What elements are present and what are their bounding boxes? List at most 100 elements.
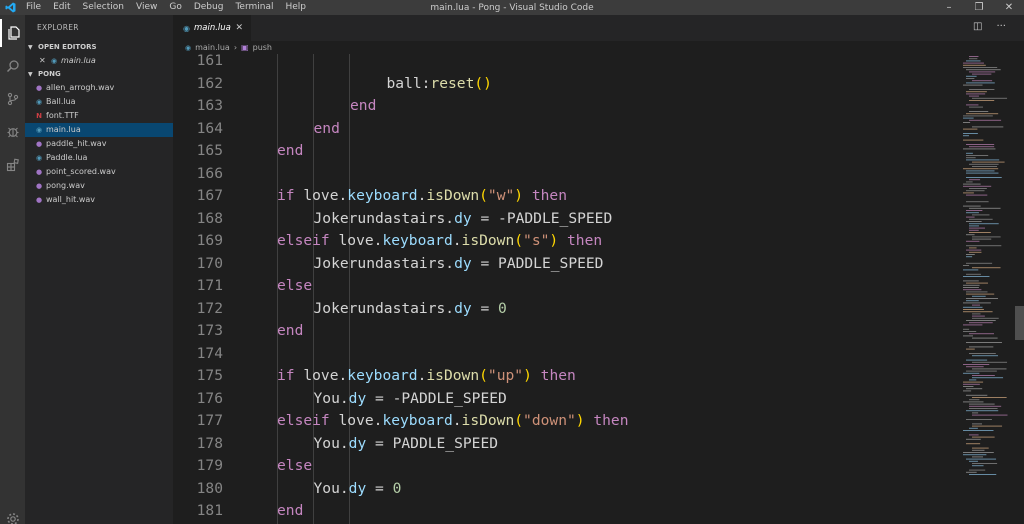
code-line[interactable]: 177 elseif love.keyboard.isDown("down") t… (173, 410, 959, 433)
open-editor-item[interactable]: ✕ ◉ main.lua (25, 54, 173, 68)
code-line[interactable]: 171 else (173, 275, 959, 298)
menu-terminal[interactable]: Terminal (229, 0, 279, 15)
code-token: dy (454, 254, 472, 272)
menu-edit[interactable]: Edit (47, 0, 76, 15)
vertical-scrollbar[interactable] (1014, 54, 1024, 524)
scrollbar-thumb[interactable] (1015, 306, 1024, 340)
file-item[interactable]: ● pong.wav (25, 179, 173, 193)
line-number: 162 (196, 74, 223, 92)
code-text: end (350, 95, 376, 118)
debug-icon[interactable] (0, 118, 25, 146)
code-token: You. (313, 479, 349, 497)
tab-bar: ◉ main.lua ✕ ◫ ··· (173, 15, 1024, 41)
code-line[interactable]: 180 You.dy = 0 (173, 478, 959, 501)
minimap-line (963, 306, 983, 308)
folder-header[interactable]: ▼ PONG (25, 68, 173, 81)
file-item[interactable]: ◉ Ball.lua (25, 95, 173, 109)
code-line[interactable]: 176 You.dy = -PADDLE_SPEED (173, 388, 959, 411)
code-line[interactable]: 165 end (173, 140, 959, 163)
code-line[interactable]: 162 ball:reset() (173, 73, 959, 96)
code-line[interactable]: 163 end (173, 95, 959, 118)
file-item-selected[interactable]: ◉ main.lua (25, 123, 173, 137)
code-line[interactable]: 181 end (173, 500, 959, 523)
tab-main-lua[interactable]: ◉ main.lua ✕ (173, 15, 251, 41)
line-number: 180 (196, 479, 223, 497)
split-editor-icon[interactable]: ◫ (973, 21, 982, 33)
audio-file-icon: ● (35, 182, 43, 190)
menu-debug[interactable]: Debug (188, 0, 230, 15)
code-text: You.dy = PADDLE_SPEED (314, 433, 499, 456)
file-item[interactable]: ● allen_arrogh.wav (25, 81, 173, 95)
code-line[interactable]: 166 (173, 163, 959, 186)
code-line[interactable]: 179 else (173, 455, 959, 478)
minimap-line (966, 172, 999, 174)
minimap-line (972, 214, 990, 216)
minimap-line (963, 265, 970, 266)
code-token: isDown (426, 187, 480, 204)
code-token: ) (523, 367, 532, 384)
code-token: if (277, 187, 295, 204)
minimap[interactable] (959, 54, 1014, 524)
code-line[interactable]: 164 end (173, 118, 959, 141)
minimap-line (963, 289, 982, 291)
code-token: reset (430, 74, 475, 92)
file-item[interactable]: N font.TTF (25, 109, 173, 123)
code-token: isDown (461, 412, 515, 429)
menu-file[interactable]: File (20, 0, 47, 15)
minimap-line (963, 401, 984, 403)
settings-gear-icon[interactable] (0, 505, 25, 524)
code-line[interactable]: 178 You.dy = PADDLE_SPEED (173, 433, 959, 456)
lua-file-icon: ◉ (183, 23, 190, 33)
font-file-icon: N (36, 112, 42, 120)
menu-selection[interactable]: Selection (77, 0, 130, 15)
code-line[interactable]: 167 if love.keyboard.isDown("w") then (173, 185, 959, 208)
extensions-icon[interactable] (0, 151, 25, 179)
code-line[interactable]: 173 end (173, 320, 959, 343)
code-token: = (471, 299, 499, 317)
code-token: = -PADDLE_SPEED (366, 389, 507, 407)
minimap-line (972, 447, 989, 449)
code-line[interactable]: 161 (173, 54, 959, 73)
close-editor-icon[interactable]: ✕ (39, 54, 49, 68)
code-token: = (366, 479, 393, 497)
code-line[interactable]: 174 (173, 343, 959, 366)
more-actions-icon[interactable]: ··· (996, 21, 1006, 33)
minimap-line (969, 58, 978, 60)
minimap-line (972, 355, 998, 357)
minimap-line (963, 331, 977, 332)
code-token: else (277, 457, 313, 474)
files-icon[interactable] (0, 19, 25, 47)
open-editors-header[interactable]: ▼ OPEN EDITORS (25, 41, 173, 54)
code-editor[interactable]: 161 162 ball:reset() 163 end 164 end 165 end 166 1… (173, 54, 959, 524)
file-item[interactable]: ● point_scored.wav (25, 165, 173, 179)
code-line[interactable]: 172 Jokerundastairs.dy = 0 (173, 298, 959, 321)
file-item[interactable]: ● wall_hit.wav (25, 193, 173, 207)
search-icon[interactable] (0, 52, 25, 80)
minimap-line (966, 320, 996, 321)
restore-icon[interactable]: ❐ (964, 0, 994, 15)
minimap-line (972, 436, 995, 438)
code-token: keyboard (382, 232, 453, 249)
code-line[interactable]: 169 elseif love.keyboard.isDown("s") then (173, 230, 959, 253)
menu-go[interactable]: Go (163, 0, 187, 15)
close-window-icon[interactable]: ✕ (994, 0, 1024, 15)
minimize-icon[interactable]: – (934, 0, 964, 15)
breadcrumb-symbol[interactable]: push (253, 43, 272, 52)
minimap-line (966, 262, 993, 264)
source-control-icon[interactable] (0, 85, 25, 113)
file-item[interactable]: ● paddle_hit.wav (25, 137, 173, 151)
code-line[interactable]: 175 if love.keyboard.isDown("up") then (173, 365, 959, 388)
code-line[interactable]: 170 Jokerundastairs.dy = PADDLE_SPEED (173, 253, 959, 276)
file-item[interactable]: ◉ Paddle.lua (25, 151, 173, 165)
minimap-line (963, 185, 992, 187)
code-line[interactable]: 168 Jokerundastairs.dy = -PADDLE_SPEED (173, 208, 959, 231)
close-tab-icon[interactable]: ✕ (235, 23, 243, 33)
breadcrumb-file[interactable]: main.lua (195, 43, 230, 52)
code-token: ( (514, 412, 524, 429)
menu-view[interactable]: View (130, 0, 163, 15)
menu-help[interactable]: Help (279, 0, 312, 15)
code-token: ( (479, 367, 488, 384)
line-number: 174 (196, 344, 223, 362)
code-token: dy (348, 389, 367, 407)
